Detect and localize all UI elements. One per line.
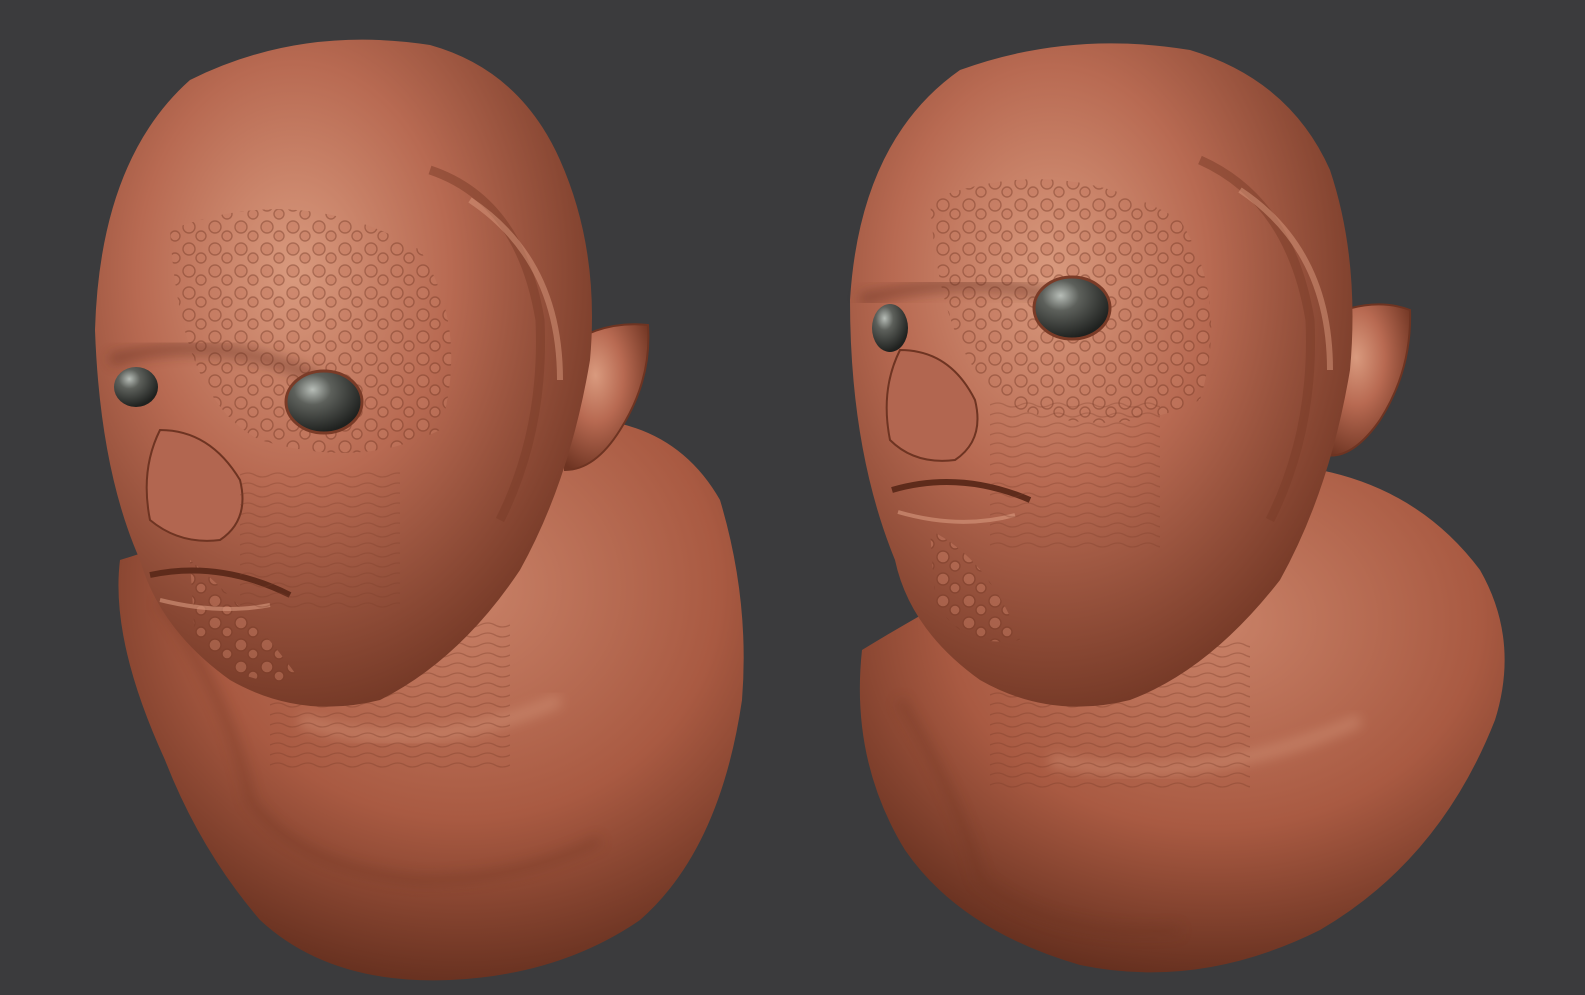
left-bust-near-eye	[284, 369, 364, 435]
left-bust-far-eye	[114, 367, 158, 407]
left-bust	[95, 39, 744, 981]
sculpt-viewport	[0, 0, 1585, 995]
right-bust-far-eye	[872, 304, 908, 352]
right-bust	[850, 43, 1505, 973]
viewport-canvas	[95, 39, 1505, 981]
right-bust-near-eye	[1032, 275, 1112, 341]
